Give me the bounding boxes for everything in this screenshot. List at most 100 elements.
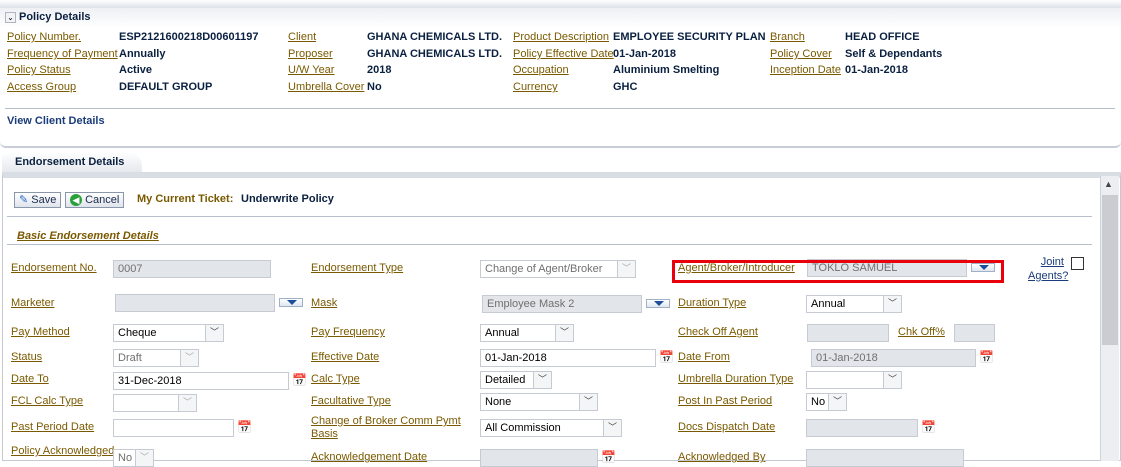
- calc-type-label[interactable]: Calc Type: [311, 373, 360, 385]
- chevron-down-icon[interactable]: ﹀: [883, 296, 901, 312]
- chevron-down-icon[interactable]: ﹀: [180, 350, 198, 366]
- effective-date-label[interactable]: Effective Date: [311, 351, 379, 363]
- chk-off-label[interactable]: Chk Off%: [898, 326, 945, 338]
- policy-ack-value: No: [118, 452, 133, 464]
- chevron-down-icon[interactable]: ﹀: [533, 372, 551, 388]
- date-from-label[interactable]: Date From: [678, 351, 730, 363]
- policy-field-label[interactable]: Policy Number.: [7, 31, 81, 43]
- policy-field-label[interactable]: Policy Status: [7, 64, 71, 76]
- divider: [7, 216, 1092, 217]
- endorsement-no-label[interactable]: Endorsement No.: [11, 262, 97, 274]
- cancel-button[interactable]: ◀ Cancel: [65, 192, 125, 208]
- calc-type-value: Detailed: [485, 374, 526, 386]
- mask-input[interactable]: Employee Mask 2: [482, 295, 642, 313]
- mask-label[interactable]: Mask: [311, 297, 337, 309]
- policy-field-label[interactable]: U/W Year: [288, 64, 334, 76]
- joint-agents-checkbox[interactable]: [1071, 257, 1084, 270]
- chevron-down-icon[interactable]: ﹀: [579, 394, 597, 410]
- ack-by-input[interactable]: [806, 449, 964, 467]
- policy-field-label[interactable]: Access Group: [7, 81, 76, 93]
- endorsement-no-input[interactable]: 0007: [113, 260, 271, 278]
- chevron-down-icon[interactable]: ﹀: [205, 325, 223, 341]
- check-off-agent-label[interactable]: Check Off Agent: [678, 326, 758, 338]
- past-period-date-label[interactable]: Past Period Date: [11, 421, 94, 433]
- umbrella-duration-select[interactable]: ﹀: [806, 371, 902, 389]
- chevron-down-icon[interactable]: ﹀: [555, 325, 573, 341]
- check-off-agent-input[interactable]: [807, 324, 889, 342]
- scrollbar-thumb[interactable]: [1102, 195, 1118, 345]
- highlight-box: [672, 260, 1004, 283]
- docs-dispatch-label[interactable]: Docs Dispatch Date: [678, 421, 775, 433]
- endorsement-type-select[interactable]: Change of Agent/Broker ﹀: [480, 260, 636, 278]
- policy-field-label[interactable]: Umbrella Cover: [288, 81, 364, 93]
- calc-type-select[interactable]: Detailed ﹀: [480, 371, 552, 389]
- policy-field-label[interactable]: Branch: [770, 31, 805, 43]
- pay-frequency-value: Annual: [485, 327, 520, 339]
- policy-field-label[interactable]: Frequency of Payment: [7, 48, 118, 60]
- pay-frequency-select[interactable]: Annual ﹀: [480, 324, 574, 342]
- status-select[interactable]: Draft ﹀: [113, 349, 199, 367]
- calendar-icon[interactable]: 📅: [979, 350, 994, 364]
- pay-method-label[interactable]: Pay Method: [11, 326, 70, 338]
- duration-type-select[interactable]: Annual ﹀: [806, 295, 902, 313]
- policy-field-label[interactable]: Policy Effective Date: [513, 48, 614, 60]
- policy-field-label[interactable]: Client: [288, 31, 316, 43]
- duration-type-label[interactable]: Duration Type: [678, 297, 746, 309]
- chevron-down-icon[interactable]: ﹀: [178, 395, 196, 411]
- ack-by-label[interactable]: Acknowledged By: [678, 451, 765, 463]
- policy-field-value: DEFAULT GROUP: [119, 81, 213, 93]
- policy-field-value: GHC: [613, 81, 638, 93]
- policy-field-value: ESP2121600218D00601197: [119, 31, 259, 43]
- calendar-icon[interactable]: 📅: [601, 450, 616, 464]
- facultative-label[interactable]: Facultative Type: [311, 395, 391, 407]
- pay-method-select[interactable]: Cheque ﹀: [113, 324, 224, 342]
- marketer-label[interactable]: Marketer: [11, 297, 54, 309]
- broker-comm-select[interactable]: All Commission ﹀: [480, 419, 622, 437]
- ack-date-input[interactable]: [480, 449, 598, 467]
- date-to-input[interactable]: 31-Dec-2018: [113, 372, 289, 390]
- date-from-input[interactable]: 01-Jan-2018: [811, 349, 976, 367]
- policy-field-label[interactable]: Proposer: [288, 48, 333, 60]
- tab-endorsement-details[interactable]: Endorsement Details: [2, 152, 142, 174]
- fcl-calc-label[interactable]: FCL Calc Type: [11, 395, 83, 407]
- effective-date-input[interactable]: 01-Jan-2018: [480, 349, 656, 367]
- policy-field-label[interactable]: Inception Date: [770, 64, 841, 76]
- umbrella-duration-label[interactable]: Umbrella Duration Type: [678, 373, 793, 385]
- policy-field-label[interactable]: Policy Cover: [770, 48, 832, 60]
- calendar-icon[interactable]: 📅: [237, 420, 252, 434]
- docs-dispatch-input[interactable]: [806, 419, 918, 437]
- policy-field-label[interactable]: Product Description: [513, 31, 609, 43]
- view-client-details-link[interactable]: View Client Details: [7, 115, 105, 127]
- post-past-label[interactable]: Post In Past Period: [678, 395, 772, 407]
- lookup-dropdown-icon[interactable]: [279, 298, 303, 307]
- past-period-date-input[interactable]: [113, 419, 234, 437]
- policy-field-value: GHANA CHEMICALS LTD.: [367, 31, 503, 43]
- chevron-down-icon[interactable]: ﹀: [828, 394, 846, 410]
- endorsement-type-label[interactable]: Endorsement Type: [311, 262, 403, 274]
- save-button[interactable]: ✎ Save: [14, 192, 62, 208]
- calendar-icon[interactable]: 📅: [921, 420, 936, 434]
- chk-off-input[interactable]: [954, 324, 995, 342]
- collapse-icon[interactable]: ⌄: [5, 12, 16, 23]
- policy-field-label[interactable]: Currency: [513, 81, 558, 93]
- lookup-dropdown-icon[interactable]: [646, 299, 670, 308]
- scroll-up-icon[interactable]: ▲: [1104, 179, 1113, 189]
- policy-field-label[interactable]: Occupation: [513, 64, 569, 76]
- fcl-calc-select[interactable]: ﹀: [113, 394, 197, 412]
- chevron-down-icon[interactable]: ﹀: [617, 261, 635, 277]
- ack-date-label[interactable]: Acknowledgement Date: [311, 451, 427, 463]
- chevron-down-icon[interactable]: ﹀: [603, 420, 621, 436]
- post-past-select[interactable]: No ﹀: [806, 393, 847, 411]
- chevron-down-icon[interactable]: ﹀: [883, 372, 901, 388]
- endorsement-type-value: Change of Agent/Broker: [485, 263, 603, 275]
- policy-ack-select[interactable]: No ﹀: [113, 449, 154, 467]
- broker-comm-label[interactable]: Change of Broker Comm Pymt Basis: [311, 415, 466, 441]
- date-to-label[interactable]: Date To: [11, 373, 49, 385]
- marketer-input[interactable]: [115, 294, 275, 312]
- calendar-icon[interactable]: 📅: [292, 373, 307, 387]
- calendar-icon[interactable]: 📅: [659, 350, 674, 364]
- chevron-down-icon[interactable]: ﹀: [135, 450, 153, 466]
- status-label[interactable]: Status: [11, 351, 42, 363]
- facultative-select[interactable]: None ﹀: [480, 393, 598, 411]
- pay-frequency-label[interactable]: Pay Frequency: [311, 326, 385, 338]
